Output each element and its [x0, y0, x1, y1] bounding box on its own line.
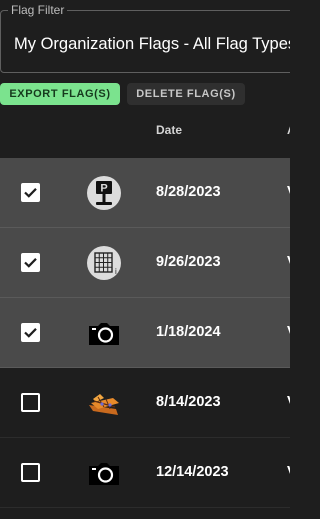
row-checkbox[interactable]: [21, 323, 40, 342]
row-checkbox[interactable]: [21, 183, 40, 202]
construction-site-icon: [89, 394, 119, 415]
grid-info-icon: i: [87, 246, 121, 280]
row-trailing-text: V: [287, 324, 290, 340]
table-row[interactable]: 12/14/2023 V: [0, 438, 290, 508]
flag-filter-value: My Organization Flags - All Flag Types: [14, 35, 290, 53]
delete-flags-button[interactable]: DELETE FLAG(S): [127, 83, 245, 105]
table-row[interactable]: P 8/28/2023 V: [0, 158, 290, 228]
row-checkbox[interactable]: [21, 393, 40, 412]
row-date: 12/14/2023: [156, 464, 229, 480]
row-checkbox[interactable]: [21, 463, 40, 482]
row-checkbox[interactable]: [21, 253, 40, 272]
column-header-next[interactable]: A: [287, 123, 290, 137]
camera-icon: [89, 463, 119, 485]
table-row[interactable]: 1/18/2024 V: [0, 298, 290, 368]
flag-filter-select[interactable]: Flag Filter My Organization Flags - All …: [0, 3, 290, 73]
row-trailing-text: V: [287, 184, 290, 200]
svg-text:P: P: [100, 183, 107, 195]
row-date: 1/18/2024: [156, 324, 221, 340]
flag-filter-label: Flag Filter: [8, 3, 68, 18]
table-row[interactable]: 8/14/2023 V: [0, 368, 290, 438]
table-row[interactable]: i 9/26/2023 V: [0, 228, 290, 298]
table-header: Date A: [0, 113, 290, 158]
row-trailing-text: V: [287, 464, 290, 480]
row-trailing-text: V: [287, 254, 290, 270]
row-date: 8/28/2023: [156, 184, 221, 200]
column-header-date[interactable]: Date: [156, 123, 182, 137]
parking-sign-icon: P: [87, 176, 121, 210]
export-flags-button[interactable]: EXPORT FLAG(S): [0, 83, 120, 105]
flag-list-page: Flag Filter My Organization Flags - All …: [0, 0, 290, 519]
row-trailing-text: V: [287, 394, 290, 410]
svg-text:i: i: [115, 267, 117, 276]
row-date: 8/14/2023: [156, 394, 221, 410]
camera-icon: [89, 323, 119, 345]
row-date: 9/26/2023: [156, 254, 221, 270]
